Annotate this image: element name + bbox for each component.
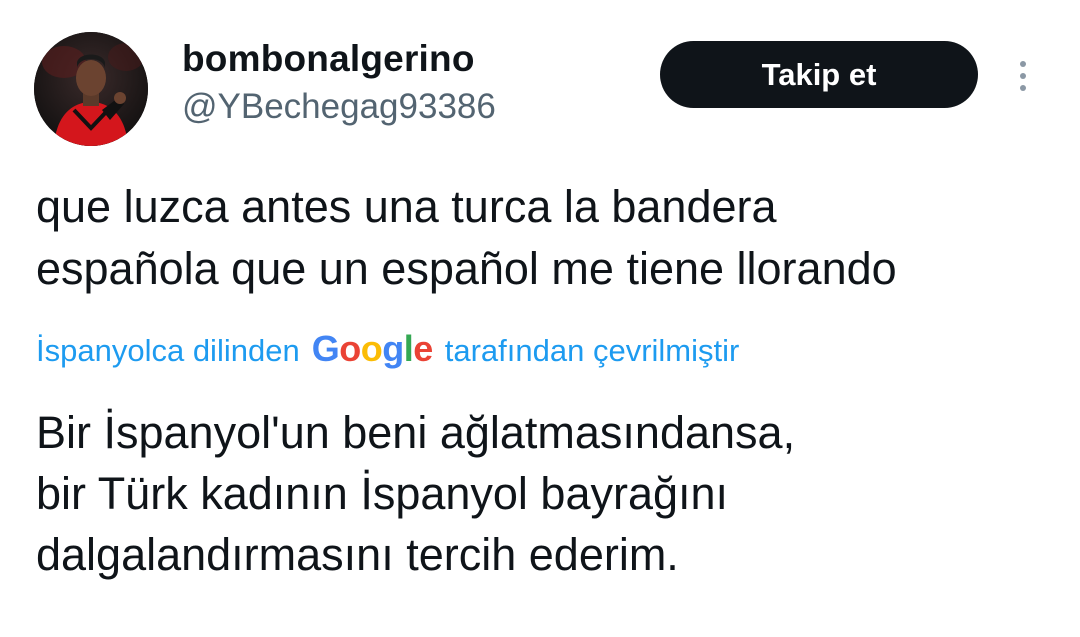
google-logo: Google [311,328,434,370]
google-logo-letter: G [311,328,340,369]
avatar-image [34,32,148,146]
translated-text-line: dalgalandırmasını tercih ederim. [36,529,679,580]
user-handle[interactable]: @YBechegag93386 [182,87,496,127]
translation-attribution[interactable]: İspanyolca dilinden Google tarafından çe… [36,328,739,370]
tweet-text-line: que luzca antes una turca la bandera [36,181,777,232]
tweet-text: que luzca antes una turca la bandera esp… [36,176,1066,300]
more-vertical-icon-dot [1020,85,1026,91]
follow-button[interactable]: Takip et [660,41,978,108]
google-logo-letter: o [360,328,383,369]
more-vertical-icon-dot [1020,73,1026,79]
google-logo-letter: g [382,328,404,369]
tweet-text-line: española que un español me tiene llorand… [36,243,897,294]
more-options-button[interactable] [1008,54,1038,98]
display-name[interactable]: bombonalgerino [182,38,475,80]
translation-suffix: tarafından çevrilmiştir [444,333,740,368]
google-logo-letter: e [413,328,433,369]
translation-prefix: İspanyolca dilinden [36,333,300,368]
translated-text-line: bir Türk kadının İspanyol bayrağını [36,468,729,519]
google-logo-letter: o [339,328,361,369]
translated-text: Bir İspanyol'un beni ağlatmasındansa, bi… [36,402,1066,585]
translated-text-line: Bir İspanyol'un beni ağlatmasındansa, [36,407,796,458]
google-logo-letter: l [403,328,414,369]
tweet-card: bombonalgerino @YBechegag93386 Takip et … [0,0,1080,637]
avatar[interactable] [34,32,148,146]
more-vertical-icon [1020,61,1026,67]
